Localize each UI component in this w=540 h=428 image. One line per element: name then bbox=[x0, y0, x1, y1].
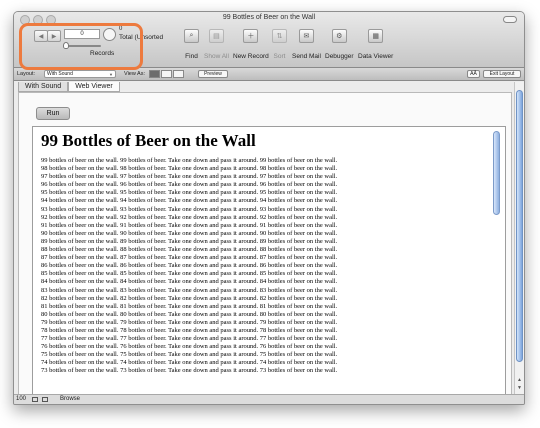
verse-line: 88 bottles of beer on the wall. 88 bottl… bbox=[41, 246, 338, 254]
zoom-icon[interactable] bbox=[32, 397, 38, 402]
verse-line: 75 bottles of beer on the wall. 75 bottl… bbox=[41, 351, 338, 359]
status-toolbar-icon[interactable] bbox=[42, 397, 48, 402]
view-as-list-button[interactable] bbox=[161, 70, 172, 78]
new-record-icon: ＋ bbox=[243, 29, 259, 43]
scroll-up-icon[interactable]: ▲ bbox=[516, 377, 523, 384]
new-record-label: New Record bbox=[233, 53, 269, 60]
view-as-label: View As: bbox=[124, 71, 145, 77]
web-viewer-scrollbar[interactable] bbox=[493, 131, 500, 215]
sort-button[interactable]: ⇅ Sort bbox=[272, 29, 287, 60]
find-button[interactable]: ⌕ Find bbox=[184, 29, 199, 60]
status-bar: 100 Browse bbox=[14, 394, 524, 404]
verse-line: 87 bottles of beer on the wall. 87 bottl… bbox=[41, 254, 338, 262]
scroll-down-icon[interactable]: ▼ bbox=[516, 385, 523, 392]
preview-button[interactable]: Preview bbox=[198, 70, 228, 78]
debugger-button[interactable]: ⚙ Debugger bbox=[325, 29, 354, 60]
sort-icon: ⇅ bbox=[272, 29, 287, 43]
app-window: 99 Bottles of Beer on the Wall ◀ ▶ 0 0 T… bbox=[13, 11, 525, 405]
verse-line: 99 bottles of beer on the wall. 99 bottl… bbox=[41, 157, 338, 164]
window-scroll-thumb[interactable] bbox=[516, 90, 523, 362]
verse-line: 83 bottles of beer on the wall. 83 bottl… bbox=[41, 286, 338, 294]
verse-line: 78 bottles of beer on the wall. 78 bottl… bbox=[41, 326, 338, 334]
find-icon: ⌕ bbox=[184, 29, 199, 43]
verse-line: 82 bottles of beer on the wall. 82 bottl… bbox=[41, 294, 338, 302]
verse-line: 81 bottles of beer on the wall. 81 bottl… bbox=[41, 302, 338, 310]
zoom-level[interactable]: 100 bbox=[16, 396, 26, 402]
verse-line: 80 bottles of beer on the wall. 80 bottl… bbox=[41, 310, 338, 318]
verse-line: 92 bottles of beer on the wall. 92 bottl… bbox=[41, 213, 338, 221]
debugger-icon: ⚙ bbox=[331, 29, 347, 43]
verse-line: 98 bottles of beer on the wall. 98 bottl… bbox=[41, 165, 338, 173]
send-mail-label: Send Mail bbox=[292, 53, 321, 60]
exit-layout-button[interactable]: Exit Layout bbox=[483, 70, 521, 78]
send-mail-button[interactable]: ✉ Send Mail bbox=[292, 29, 321, 60]
layout-content: With Sound Web Viewer Run 99 Bottles of … bbox=[14, 82, 514, 396]
data-viewer-icon: ▦ bbox=[368, 29, 384, 43]
verse-line: 96 bottles of beer on the wall. 96 bottl… bbox=[41, 181, 338, 189]
mode-label[interactable]: Browse bbox=[60, 396, 80, 402]
verse-line: 84 bottles of beer on the wall. 84 bottl… bbox=[41, 278, 338, 286]
layout-label: Layout: bbox=[17, 71, 36, 77]
verse-line: 79 bottles of beer on the wall. 79 bottl… bbox=[41, 318, 338, 326]
verse-line: 77 bottles of beer on the wall. 77 bottl… bbox=[41, 335, 338, 343]
tab-bar: With Sound Web Viewer bbox=[18, 82, 120, 92]
verse-line: 85 bottles of beer on the wall. 85 bottl… bbox=[41, 270, 338, 278]
verse-line: 91 bottles of beer on the wall. 91 bottl… bbox=[41, 221, 338, 229]
verse-line: 73 bottles of beer on the wall. 73 bottl… bbox=[41, 367, 338, 375]
debugger-label: Debugger bbox=[325, 53, 354, 60]
verse-line: 93 bottles of beer on the wall. 93 bottl… bbox=[41, 205, 338, 213]
window-scrollbar[interactable]: ▲ ▼ bbox=[514, 82, 524, 396]
verse-line: 86 bottles of beer on the wall. 86 bottl… bbox=[41, 262, 338, 270]
tab-with-sound[interactable]: With Sound bbox=[18, 82, 69, 92]
find-label: Find bbox=[185, 53, 198, 60]
show-all-icon: ▤ bbox=[208, 29, 224, 43]
web-page-title: 99 Bottles of Beer on the Wall bbox=[41, 131, 256, 150]
run-button[interactable]: Run bbox=[36, 107, 70, 120]
toolbar-toggle-icon[interactable] bbox=[503, 16, 517, 23]
verse-line: 94 bottles of beer on the wall. 94 bottl… bbox=[41, 197, 338, 205]
send-mail-icon: ✉ bbox=[298, 29, 314, 43]
data-viewer-label: Data Viewer bbox=[358, 53, 394, 60]
show-all-button[interactable]: ▤ Show All bbox=[204, 29, 229, 60]
view-as-table-button[interactable] bbox=[173, 70, 184, 78]
tab-panel: Run 99 Bottles of Beer on the Wall 99 bo… bbox=[18, 92, 512, 396]
title-bar: 99 Bottles of Beer on the Wall ◀ ▶ 0 0 T… bbox=[14, 12, 524, 70]
tab-web-viewer[interactable]: Web Viewer bbox=[68, 82, 120, 92]
verse-line: 76 bottles of beer on the wall. 76 bottl… bbox=[41, 343, 338, 351]
window-title: 99 Bottles of Beer on the Wall bbox=[222, 14, 316, 21]
verse-list: 99 bottles of beer on the wall. 99 bottl… bbox=[41, 157, 489, 376]
data-viewer-button[interactable]: ▦ Data Viewer bbox=[358, 29, 393, 60]
verse-line: 89 bottles of beer on the wall. 89 bottl… bbox=[41, 237, 338, 245]
new-record-button[interactable]: ＋ New Record bbox=[233, 29, 269, 60]
sort-label: Sort bbox=[273, 53, 286, 60]
verse-line: 97 bottles of beer on the wall. 97 bottl… bbox=[41, 173, 338, 181]
web-viewer[interactable]: 99 Bottles of Beer on the Wall 99 bottle… bbox=[32, 126, 506, 396]
verse-line: 74 bottles of beer on the wall. 74 bottl… bbox=[41, 359, 338, 367]
records-highlight-annotation bbox=[19, 23, 143, 70]
verse-line: 95 bottles of beer on the wall. 95 bottl… bbox=[41, 189, 338, 197]
text-format-button[interactable]: AÂ bbox=[467, 70, 480, 78]
verse-line: 90 bottles of beer on the wall. 90 bottl… bbox=[41, 229, 338, 237]
show-all-label: Show All bbox=[204, 53, 229, 60]
view-as-form-button[interactable] bbox=[149, 70, 160, 78]
layout-select[interactable]: With Sound bbox=[44, 70, 116, 78]
